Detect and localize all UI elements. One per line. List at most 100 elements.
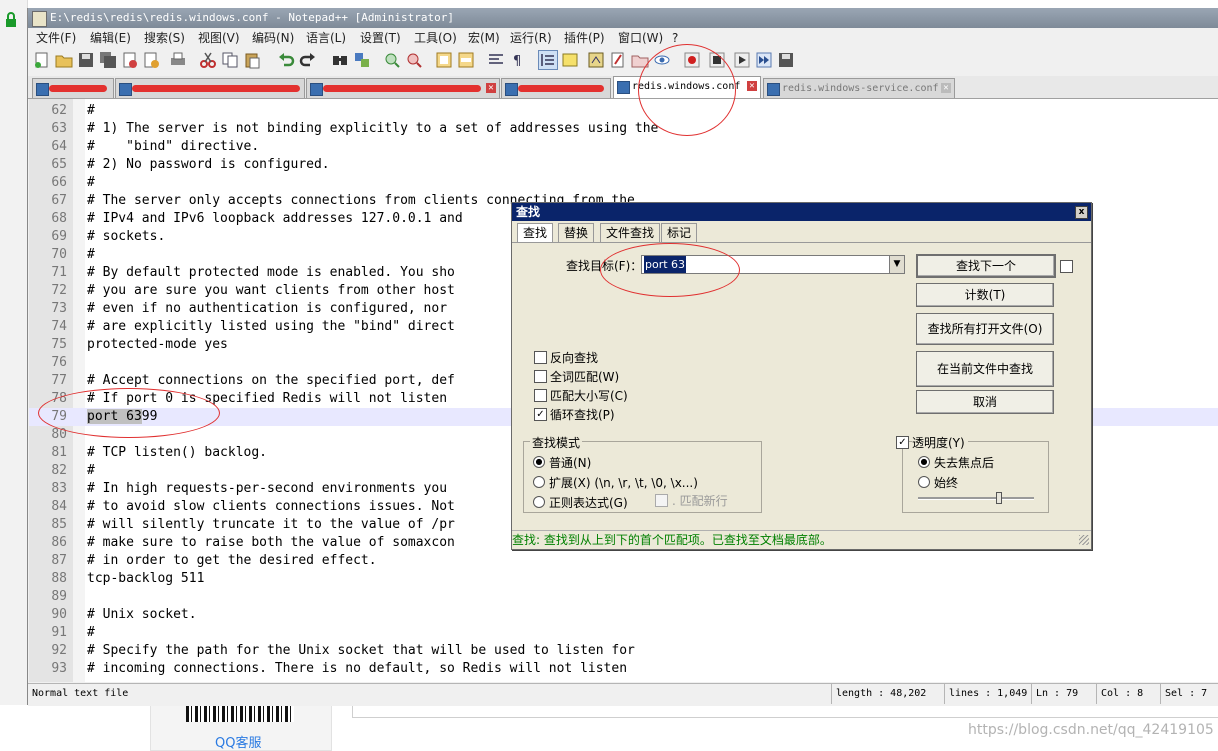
dialog-title-bar[interactable]: 查找 x: [512, 203, 1091, 221]
line-number: 87: [51, 553, 67, 568]
resize-grip-icon[interactable]: [1079, 535, 1089, 545]
tab-find[interactable]: 查找: [517, 223, 554, 242]
code-text: # Specify the path for the Unix socket t…: [87, 643, 635, 658]
code-line[interactable]: 87 # in order to get the desired effect.: [29, 552, 1218, 570]
file-tab[interactable]: ✕: [306, 78, 500, 98]
menu-plugins[interactable]: 插件(P): [564, 28, 605, 48]
find-next-button[interactable]: 查找下一个: [916, 254, 1056, 278]
close-tab-icon[interactable]: ✕: [747, 81, 757, 91]
zoom-out-icon[interactable]: [405, 51, 423, 69]
matches-newline-checkbox[interactable]: [655, 494, 668, 507]
menu-search[interactable]: 搜索(S): [144, 28, 185, 48]
word-wrap-icon[interactable]: [487, 51, 505, 69]
show-all-chars-icon[interactable]: ¶: [509, 51, 527, 69]
save-macro-icon[interactable]: [777, 51, 795, 69]
copy-icon[interactable]: [221, 51, 239, 69]
file-tab[interactable]: [115, 78, 305, 98]
code-line[interactable]: 64 # "bind" directive.: [29, 138, 1218, 156]
code-line[interactable]: 65 # 2) No password is configured.: [29, 156, 1218, 174]
find-all-open-docs-button[interactable]: 查找所有打开文件(O): [916, 313, 1054, 345]
line-number: 68: [51, 211, 67, 226]
doc-map-icon[interactable]: [587, 51, 605, 69]
sync-vertical-icon[interactable]: [435, 51, 453, 69]
code-line[interactable]: 92 # Specify the path for the Unix socket…: [29, 642, 1218, 660]
file-tab[interactable]: [501, 78, 611, 98]
menu-bar: 文件(F) 编辑(E) 搜索(S) 视图(V) 编码(N) 语言(L) 设置(T…: [28, 28, 1218, 48]
zoom-in-icon[interactable]: [383, 51, 401, 69]
save-icon[interactable]: [77, 51, 95, 69]
close-tab-icon[interactable]: ✕: [941, 83, 951, 93]
find-all-current-doc-button[interactable]: 在当前文件中查找: [916, 351, 1054, 387]
open-file-icon[interactable]: [55, 51, 73, 69]
tab-find-in-files[interactable]: 文件查找: [600, 223, 661, 242]
transparency-always-radio[interactable]: [918, 476, 930, 488]
new-file-icon[interactable]: [33, 51, 51, 69]
paste-icon[interactable]: [243, 51, 261, 69]
code-line[interactable]: 93 # incoming connections. There is no de…: [29, 660, 1218, 678]
sync-horizontal-icon[interactable]: [457, 51, 475, 69]
menu-encoding[interactable]: 编码(N): [252, 28, 294, 48]
code-line[interactable]: 88 tcp-backlog 511: [29, 570, 1218, 588]
match-case-checkbox[interactable]: [534, 389, 547, 402]
menu-tools[interactable]: 工具(O): [414, 28, 457, 48]
search-history-dropdown[interactable]: ▼: [889, 255, 905, 274]
close-all-icon[interactable]: [143, 51, 161, 69]
cancel-button[interactable]: 取消: [916, 390, 1054, 414]
undo-icon[interactable]: [277, 51, 295, 69]
run-macro-multiple-icon[interactable]: [755, 51, 773, 69]
menu-edit[interactable]: 编辑(E): [90, 28, 131, 48]
transparency-slider-track[interactable]: [918, 497, 1034, 500]
browser-left-strip: [0, 0, 28, 749]
lang-define-icon[interactable]: [561, 51, 579, 69]
close-tab-icon[interactable]: ✕: [486, 83, 496, 93]
file-tab[interactable]: [32, 78, 114, 98]
tab-replace[interactable]: 替换: [558, 223, 595, 242]
transparency-slider-thumb[interactable]: [996, 492, 1003, 504]
dialog-close-icon[interactable]: x: [1075, 206, 1088, 219]
qq-service-link[interactable]: QQ客服: [215, 732, 261, 751]
menu-window[interactable]: 窗口(W): [618, 28, 663, 48]
transparency-checkbox[interactable]: ✓: [896, 436, 909, 449]
find-icon[interactable]: [331, 51, 349, 69]
file-save-state-icon: [119, 83, 132, 96]
mode-extended-radio[interactable]: [533, 476, 545, 488]
function-list-icon[interactable]: [609, 51, 627, 69]
tab-mark[interactable]: 标记: [661, 223, 698, 242]
code-text: # you are sure you want clients from oth…: [87, 283, 455, 298]
wrap-around-checkbox[interactable]: ✓: [534, 408, 547, 421]
close-file-icon[interactable]: [121, 51, 139, 69]
menu-settings[interactable]: 设置(T): [360, 28, 401, 48]
code-line[interactable]: 89: [29, 588, 1218, 606]
code-line[interactable]: 91 #: [29, 624, 1218, 642]
menu-language[interactable]: 语言(L): [306, 28, 346, 48]
play-macro-icon[interactable]: [733, 51, 751, 69]
line-number: 70: [51, 247, 67, 262]
file-save-state-icon: [505, 83, 518, 96]
backward-search-label: 反向查找: [550, 351, 599, 365]
code-text: # TCP listen() backlog.: [87, 445, 268, 460]
mode-regex-radio[interactable]: [533, 496, 545, 508]
status-file-type: Normal text file: [32, 688, 129, 699]
line-number: 71: [51, 265, 67, 280]
file-tab[interactable]: redis.windows-service.conf ✕: [763, 78, 955, 98]
backward-search-checkbox[interactable]: [534, 351, 547, 364]
menu-macro[interactable]: 宏(M): [468, 28, 500, 48]
match-whole-word-checkbox[interactable]: [534, 370, 547, 383]
indent-guide-icon[interactable]: [538, 50, 558, 70]
transparency-on-losing-focus-radio[interactable]: ●: [918, 456, 930, 468]
direction-checkbox[interactable]: [1060, 260, 1073, 273]
menu-file[interactable]: 文件(F): [36, 28, 76, 48]
mode-normal-radio[interactable]: ●: [533, 456, 545, 468]
replace-icon[interactable]: [353, 51, 371, 69]
code-line[interactable]: 62 #: [29, 102, 1218, 120]
code-line[interactable]: 90 # Unix socket.: [29, 606, 1218, 624]
save-all-icon[interactable]: [99, 51, 117, 69]
menu-run[interactable]: 运行(R): [510, 28, 552, 48]
redo-icon[interactable]: [299, 51, 317, 69]
cut-icon[interactable]: [199, 51, 217, 69]
menu-view[interactable]: 视图(V): [198, 28, 240, 48]
count-button[interactable]: 计数(T): [916, 283, 1054, 307]
code-line[interactable]: 66 #: [29, 174, 1218, 192]
code-line[interactable]: 63 # 1) The server is not binding explici…: [29, 120, 1218, 138]
print-icon[interactable]: [169, 51, 187, 69]
